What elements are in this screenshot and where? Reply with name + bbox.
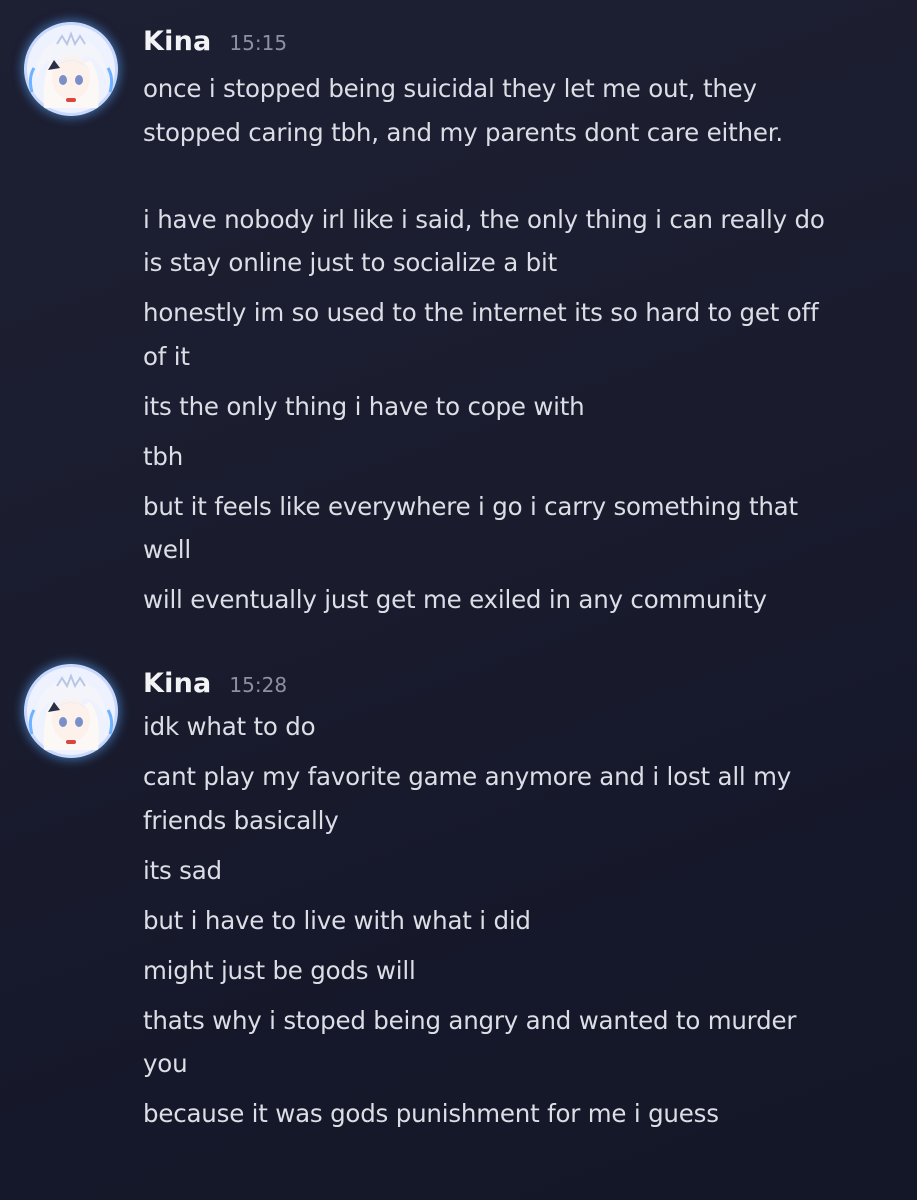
anime-girl-avatar-icon[interactable] [24, 664, 118, 758]
message-text: cant play my favorite game anymore and i… [143, 762, 792, 835]
message-text: thats why i stoped being angry and wante… [143, 1005, 797, 1079]
timestamp: 15:28 [229, 673, 288, 697]
anime-girl-avatar-icon[interactable] [24, 22, 118, 116]
username[interactable]: Kina [143, 668, 211, 699]
message-text: idk what to do [143, 712, 316, 741]
message-text: because it was gods punishment for me i … [143, 1099, 719, 1128]
message-text: once i stopped being suicidal they let m… [143, 74, 825, 277]
message-text: its the only thing i have to cope with [143, 391, 585, 421]
message-text: tbh [143, 441, 184, 471]
message-header: Kina 15:15 [143, 26, 287, 66]
message-header: Kina 15:28 [143, 668, 287, 708]
chat-log: Kina 15:15 once i stopped being suicidal… [0, 0, 917, 1200]
message-text: will eventually just get me exiled in an… [143, 585, 767, 614]
message-list: once i stopped being suicidal they let m… [143, 67, 903, 628]
message-text: but i have to live with what i did [143, 905, 531, 935]
message-text: but it feels like everywhere i go i carr… [143, 491, 798, 565]
timestamp: 15:15 [229, 31, 288, 55]
message-list: idk what to do cant play my favorite gam… [143, 705, 903, 1142]
message-text: might just be gods will [143, 955, 416, 985]
message-text: its sad [143, 855, 222, 885]
message-text: honestly im so used to the internet its … [143, 298, 819, 371]
username[interactable]: Kina [143, 26, 211, 57]
